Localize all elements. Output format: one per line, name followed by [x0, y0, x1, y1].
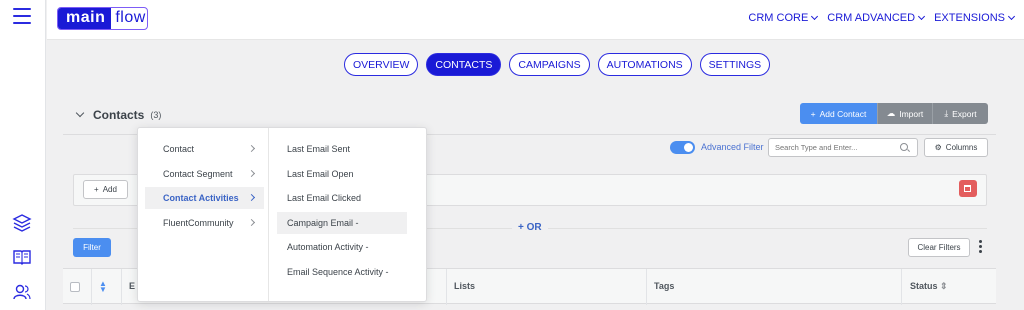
nav-label: CRM CORE [748, 12, 809, 24]
option-label: FluentCommunity [163, 218, 234, 228]
button-label: Columns [945, 143, 978, 152]
option-automation-activity[interactable]: Automation Activity - [277, 236, 407, 258]
add-contact-button[interactable]: + Add Contact [800, 103, 877, 124]
column-header-status[interactable]: Status ⇕ [910, 281, 948, 292]
menu-icon[interactable] [13, 8, 31, 24]
sort-icon[interactable]: ▲ ▼ [99, 280, 107, 294]
nav-label: EXTENSIONS [934, 12, 1005, 24]
top-bar: main flow CRM CORE CRM ADVANCED EXTENSIO… [47, 0, 1024, 40]
button-label: Add Contact [819, 108, 867, 119]
option-email-sequence-activity[interactable]: Email Sequence Activity - [277, 261, 407, 283]
advanced-filter-label: Advanced Filter [701, 142, 764, 152]
sort-icon: ⇕ [940, 281, 948, 291]
category-contact-activities[interactable]: Contact Activities [145, 187, 264, 209]
or-label: OR [526, 222, 542, 233]
divider [646, 269, 647, 305]
chevron-right-icon [247, 169, 256, 178]
contacts-count: (3) [150, 110, 162, 120]
left-rail [0, 0, 46, 310]
logo-part-flow: flow [115, 9, 146, 26]
chevron-down-icon [811, 12, 819, 21]
book-icon[interactable] [12, 247, 32, 267]
category-contact-segment[interactable]: Contact Segment [145, 163, 264, 185]
plus-icon: + [518, 222, 527, 233]
trash-icon [964, 185, 971, 192]
filter-category-list: Contact Contact Segment Contact Activiti… [138, 128, 269, 301]
apply-filter-button[interactable]: Filter [73, 238, 111, 257]
add-or-group-button[interactable]: + OR [512, 222, 548, 233]
layers-icon[interactable] [12, 213, 32, 233]
button-label: Add [102, 185, 117, 194]
column-label: Status [910, 281, 938, 291]
option-label: Contact Segment [163, 169, 233, 179]
contact-actions: + Add Contact ☁ Import ⤓ Export [800, 103, 988, 124]
option-label: Contact Activities [163, 193, 239, 203]
search-input[interactable] [768, 138, 918, 157]
chevron-right-icon [247, 144, 256, 153]
chevron-down-icon [75, 108, 85, 118]
columns-button[interactable]: ⚙ Columns [924, 138, 988, 157]
column-header-tags[interactable]: Tags [654, 281, 674, 291]
divider [121, 269, 122, 305]
export-button[interactable]: ⤓ Export [932, 103, 988, 124]
gear-icon: ⚙ [934, 143, 942, 152]
chevron-down-icon [1007, 12, 1016, 21]
top-nav: CRM CORE CRM ADVANCED EXTENSIONS [748, 12, 1016, 24]
contacts-header[interactable]: Contacts (3) [75, 108, 162, 122]
logo-part-main: main [58, 8, 112, 29]
tab-overview[interactable]: OVERVIEW [344, 53, 419, 76]
tab-campaigns[interactable]: CAMPAIGNS [509, 53, 590, 76]
import-button[interactable]: ☁ Import [877, 103, 932, 124]
chevron-right-icon [247, 193, 256, 202]
tab-contacts[interactable]: CONTACTS [426, 53, 502, 76]
nav-crm-advanced[interactable]: CRM ADVANCED [827, 12, 926, 24]
option-last-email-open[interactable]: Last Email Open [277, 163, 407, 185]
category-fluentcommunity[interactable]: FluentCommunity [145, 212, 264, 234]
option-last-email-sent[interactable]: Last Email Sent [277, 138, 407, 160]
button-label: Import [899, 108, 924, 119]
plus-icon: + [94, 185, 99, 194]
filter-dropdown: Contact Contact Segment Contact Activiti… [137, 127, 427, 302]
option-last-email-clicked[interactable]: Last Email Clicked [277, 187, 407, 209]
column-header-lists[interactable]: Lists [454, 281, 475, 291]
brand-logo[interactable]: main flow [57, 7, 148, 30]
chevron-right-icon [247, 218, 256, 227]
download-icon: ⤓ [944, 108, 949, 118]
users-icon[interactable] [12, 282, 32, 302]
divider [91, 269, 92, 305]
cloud-upload-icon: ☁ [886, 108, 896, 118]
main-tabs: OVERVIEW CONTACTS CAMPAIGNS AUTOMATIONS … [344, 53, 771, 76]
nav-label: CRM ADVANCED [827, 12, 916, 24]
chevron-down-icon [918, 12, 926, 21]
nav-extensions[interactable]: EXTENSIONS [934, 12, 1016, 24]
page-title: Contacts [93, 108, 145, 122]
clear-filters-button[interactable]: Clear Filters [908, 238, 970, 257]
select-all-checkbox[interactable] [70, 282, 80, 292]
divider [901, 269, 902, 305]
delete-filter-button[interactable] [959, 180, 977, 197]
advanced-filter-toggle[interactable] [670, 141, 695, 154]
add-filter-button[interactable]: + Add [83, 180, 128, 199]
nav-crm-core[interactable]: CRM CORE [748, 12, 819, 24]
option-label: Contact [163, 144, 195, 154]
tab-settings[interactable]: SETTINGS [699, 53, 771, 76]
divider [446, 269, 447, 305]
column-header-email[interactable]: E [129, 281, 135, 291]
plus-icon: + [810, 108, 816, 119]
search-icon [900, 143, 908, 151]
category-contact[interactable]: Contact [145, 138, 264, 160]
tab-automations[interactable]: AUTOMATIONS [597, 53, 692, 76]
button-label: Export [952, 108, 977, 119]
more-options-icon[interactable] [979, 240, 983, 254]
option-campaign-email[interactable]: Campaign Email - [277, 212, 407, 234]
